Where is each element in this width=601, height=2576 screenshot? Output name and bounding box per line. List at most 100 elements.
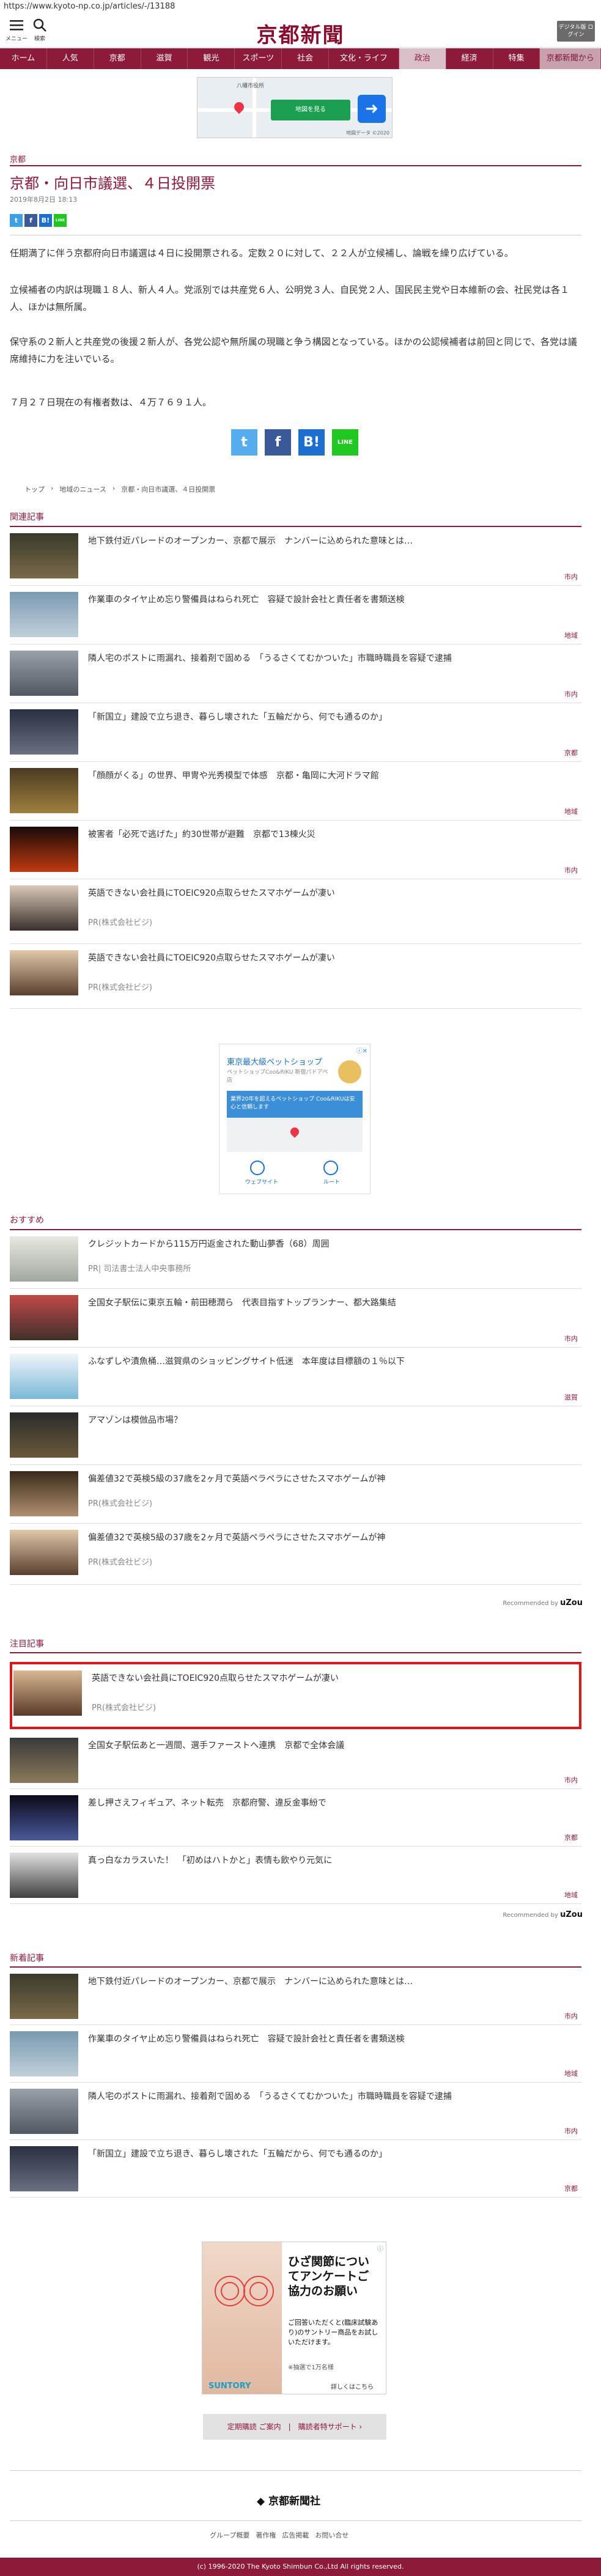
- twitter-share-button[interactable]: t: [231, 429, 257, 456]
- item-title[interactable]: アマゾンは模倣品市場？: [88, 1414, 565, 1426]
- footer-link[interactable]: 著作権: [256, 2530, 276, 2540]
- nav-item-economy[interactable]: 経済: [446, 48, 493, 69]
- nav-item-popular[interactable]: 人気: [47, 48, 94, 69]
- subscription-support-button[interactable]: 定期購読 ご案内 | 購読者特サポート ›: [203, 2414, 386, 2440]
- list-item[interactable]: 真っ白なカラスいた！ 「初めはハトかと」表情も飲やり元気に 地域: [10, 1847, 581, 1904]
- nav-item-culture[interactable]: 文化・ライフ: [329, 48, 399, 69]
- nav-item-tourism[interactable]: 観光: [188, 48, 235, 69]
- nav-item-shiga[interactable]: 滋賀: [141, 48, 188, 69]
- digital-login-button[interactable]: デジタル版 ログイン: [557, 21, 595, 42]
- item-tag[interactable]: 京都: [564, 1832, 578, 1842]
- hatena-share-button[interactable]: B!: [298, 429, 325, 456]
- twitter-share-icon[interactable]: t: [10, 214, 23, 227]
- list-item[interactable]: 英語できない会社員にTOEIC920点取らせたスマホゲームが凄い PR(株式会社…: [10, 879, 581, 944]
- list-item[interactable]: 「顔顔がくる」の世界、甲冑や光秀模型で体感 京都・亀岡に大河ドラマ館 地域: [10, 762, 581, 821]
- item-tag[interactable]: 京都: [564, 2183, 578, 2193]
- item-sponsor[interactable]: PR(株式会社ビジ): [88, 981, 152, 992]
- item-tag[interactable]: 地域: [564, 806, 578, 816]
- list-item[interactable]: アマゾンは模倣品市場？: [10, 1406, 581, 1465]
- item-title[interactable]: 偏差値32で英検5級の37歳を2ヶ月で英語ペラペラにさせたスマホゲームが神: [88, 1472, 565, 1485]
- ad-choices-icon[interactable]: ⓘ✕: [356, 1046, 367, 1055]
- list-item[interactable]: 作業車のタイヤ止め忘り警備員はねられ死亡 容疑で設計会社と責任者を書類送検 地域: [10, 586, 581, 644]
- item-sponsor[interactable]: PR| 司法書士法人中央事務所: [88, 1262, 191, 1274]
- menu-button[interactable]: メニュー: [5, 17, 28, 43]
- nav-item-sports[interactable]: スポーツ: [235, 48, 282, 69]
- list-item[interactable]: 差し押さえフィギュア、ネット転売 京都府警、違反金事紛で 京都: [10, 1789, 581, 1847]
- item-title[interactable]: 作業車のタイヤ止め忘り警備員はねられ死亡 容疑で設計会社と責任者を書類送検: [88, 593, 565, 605]
- facebook-share-button[interactable]: f: [265, 429, 291, 456]
- list-item[interactable]: 隣人宅のポストに雨漏れ、接着剤で固める 「うるさくてむかついた」市職時職員を容疑…: [10, 2083, 581, 2140]
- item-title[interactable]: 全国女子駅伝あと一週間、選手ファーストへ連携 京都で全体会議: [88, 1739, 565, 1751]
- facebook-share-icon[interactable]: f: [24, 214, 37, 227]
- route-icon[interactable]: [323, 1161, 338, 1175]
- nav-item-home[interactable]: ホーム: [0, 48, 47, 69]
- item-title[interactable]: 地下鉄付近パレードのオープンカー、京都で展示 ナンバーに込められた意味とは…: [88, 534, 565, 547]
- item-title[interactable]: 真っ白なカラスいた！ 「初めはハトかと」表情も飲やり元気に: [88, 1854, 565, 1866]
- item-title[interactable]: 英語できない会社員にTOEIC920点取らせたスマホゲームが凄い: [88, 951, 565, 964]
- item-title[interactable]: 「新国立」建設で立ち退き、暮らし壊された「五輪だから、何でも通るのか」: [88, 2147, 565, 2160]
- list-item[interactable]: クレジットカードから115万円返金された動山夢香（68）周囲 PR| 司法書士法…: [10, 1230, 581, 1289]
- list-item[interactable]: 全国女子駅伝あと一週間、選手ファーストへ連携 京都で全体会議 市内: [10, 1732, 581, 1789]
- list-item[interactable]: 全国女子駅伝に東京五輪・前田穂潤ら 代表目指すトップランナー、都大路集結 市内: [10, 1289, 581, 1348]
- item-title[interactable]: 差し押さえフィギュア、ネット転売 京都府警、違反金事紛で: [88, 1796, 565, 1809]
- nav-item-politics[interactable]: 政治: [399, 48, 446, 69]
- item-title[interactable]: クレジットカードから115万円返金された動山夢香（68）周囲: [88, 1238, 565, 1250]
- item-tag[interactable]: 市内: [564, 1334, 578, 1343]
- nav-item-from-kyoto-np[interactable]: 京都新聞から: [540, 48, 601, 69]
- list-item[interactable]: 「新国立」建設で立ち退き、暮らし壊された「五輪だから、何でも通るのか」 京都: [10, 2140, 581, 2198]
- item-tag[interactable]: 地域: [564, 630, 578, 640]
- list-item[interactable]: 被害者「必死で逃げた」約30世帯が避難 京都で13棟火災 市内: [10, 821, 581, 879]
- route-button[interactable]: ルート: [323, 1178, 340, 1186]
- ad-choices-icon[interactable]: ⓘ: [377, 2243, 383, 2253]
- item-tag[interactable]: 地域: [564, 2069, 578, 2078]
- list-item[interactable]: 英語できない会社員にTOEIC920点取らせたスマホゲームが凄い PR(株式会社…: [13, 1664, 578, 1727]
- footer-link[interactable]: グループ概要: [210, 2530, 249, 2540]
- item-title[interactable]: 「顔顔がくる」の世界、甲冑や光秀模型で体感 京都・亀岡に大河ドラマ館: [88, 769, 565, 781]
- footer-link[interactable]: 広告掲載: [282, 2530, 309, 2540]
- survey-ad[interactable]: ⓘ ひざ関節についてアンケートご協力のお願い ご回答いただくと(臨床試験あり)の…: [202, 2242, 386, 2394]
- item-title[interactable]: ふなずしや漬魚桶…滋賀県のショッピングサイト低迷 本年度は目標額の１％以下: [88, 1355, 565, 1367]
- item-sponsor[interactable]: PR(株式会社ビジ): [88, 1497, 152, 1508]
- list-item[interactable]: 地下鉄付近パレードのオープンカー、京都で展示 ナンバーに込められた意味とは… 市…: [10, 1968, 581, 2025]
- item-title[interactable]: 「新国立」建設で立ち退き、暮らし壊された「五輪だから、何でも通るのか」: [88, 710, 565, 723]
- list-item[interactable]: 隣人宅のポストに雨漏れ、接着剤で固める 「うるさくてむかついた」市職時職員を容疑…: [10, 644, 581, 703]
- footer-logo[interactable]: ◆ 京都新聞社: [257, 2492, 346, 2508]
- list-item[interactable]: 地下鉄付近パレードのオープンカー、京都で展示 ナンバーに込められた意味とは… 市…: [10, 527, 581, 586]
- item-title[interactable]: 全国女子駅伝に東京五輪・前田穂潤ら 代表目指すトップランナー、都大路集結: [88, 1296, 565, 1308]
- ad-more-link[interactable]: 詳しくはこちら: [331, 2382, 374, 2391]
- recommended-by[interactable]: Recommended by uZou: [503, 1598, 583, 1607]
- list-item[interactable]: ふなずしや漬魚桶…滋賀県のショッピングサイト低迷 本年度は目標額の１％以下 滋賀: [10, 1348, 581, 1406]
- item-title[interactable]: 作業車のタイヤ止め忘り警備員はねられ死亡 容疑で設計会社と責任者を書類送検: [88, 2032, 565, 2045]
- list-item[interactable]: 「新国立」建設で立ち退き、暮らし壊された「五輪だから、何でも通るのか」 京都: [10, 703, 581, 762]
- item-title[interactable]: 偏差値32で英検5級の37歳を2ヶ月で英語ペラペラにさせたスマホゲームが神: [88, 1531, 565, 1543]
- item-tag[interactable]: 市内: [564, 865, 578, 875]
- item-title[interactable]: 被害者「必死で逃げた」約30世帯が避難 京都で13棟火災: [88, 828, 565, 840]
- list-item[interactable]: 英語できない会社員にTOEIC920点取らせたスマホゲームが凄い PR(株式会社…: [10, 944, 581, 1009]
- nav-item-kyoto[interactable]: 京都: [94, 48, 141, 69]
- list-item[interactable]: 偏差値32で英検5級の37歳を2ヶ月で英語ペラペラにさせたスマホゲームが神 PR…: [10, 1524, 581, 1585]
- article-category[interactable]: 京都: [10, 153, 26, 164]
- list-item[interactable]: 偏差値32で英検5級の37歳を2ヶ月で英語ペラペラにさせたスマホゲームが神 PR…: [10, 1465, 581, 1524]
- ad-title[interactable]: 東京最大級ペットショップ: [227, 1055, 322, 1067]
- site-logo[interactable]: 京都新聞: [232, 18, 369, 48]
- url-bar[interactable]: https://www.kyoto-np.co.jp/articles/-/13…: [0, 0, 601, 13]
- map-cta-button[interactable]: 地図を見る: [271, 100, 350, 120]
- item-tag[interactable]: 市内: [564, 689, 578, 699]
- item-tag[interactable]: 市内: [564, 2126, 578, 2136]
- item-sponsor[interactable]: PR(株式会社ビジ): [92, 1701, 156, 1713]
- item-tag[interactable]: 市内: [564, 572, 578, 581]
- directions-icon[interactable]: ➜: [358, 95, 386, 123]
- search-button[interactable]: 検索: [28, 17, 51, 43]
- breadcrumb-item[interactable]: 地域のニュース: [59, 484, 106, 494]
- item-title[interactable]: 英語できない会社員にTOEIC920点取らせたスマホゲームが凄い: [92, 1672, 569, 1684]
- recommended-by[interactable]: Recommended by uZou: [503, 1910, 583, 1919]
- item-title[interactable]: 地下鉄付近パレードのオープンカー、京都で展示 ナンバーに込められた意味とは…: [88, 1975, 565, 1987]
- item-tag[interactable]: 京都: [564, 748, 578, 758]
- website-button[interactable]: ウェブサイト: [245, 1178, 278, 1186]
- item-title[interactable]: 英語できない会社員にTOEIC920点取らせたスマホゲームが凄い: [88, 887, 565, 899]
- map-ad[interactable]: 八幡市役所 地図を見る ➜ 地図データ ©2020: [197, 77, 393, 138]
- breadcrumb-item[interactable]: トップ: [24, 484, 45, 494]
- item-tag[interactable]: 市内: [564, 2011, 578, 2021]
- item-tag[interactable]: 地域: [564, 1890, 578, 1900]
- hatena-share-icon[interactable]: B!: [39, 214, 52, 227]
